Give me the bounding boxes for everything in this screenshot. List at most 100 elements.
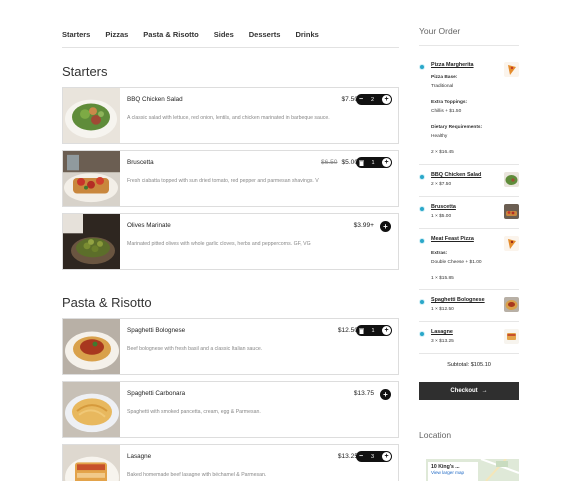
order-item-name[interactable]: Pizza Margherita [431,62,474,68]
order-item-bullet [419,174,425,180]
menu-item-old-price: $6.50 [320,159,338,166]
order-item-thumbnail [504,297,519,312]
menu-item-price: $13.25 [337,453,358,460]
order-item-quantity-price: 1 × $15.85 [431,276,454,281]
order-item-quantity-price: 1 × $5.00 [431,214,452,219]
order-item-bullet [419,238,425,244]
order-item-name[interactable]: Bruscetta [431,204,456,210]
menu-item-spaghetti-bolognese[interactable]: Spaghetti Bolognese Beef bolognese with … [62,318,399,375]
plus-icon[interactable]: + [382,158,391,167]
quantity-value: 3 [371,453,375,460]
order-divider [419,353,519,354]
menu-item-lasagne[interactable]: Lasagne Baked homemade beef lasagne with… [62,444,399,481]
menu-item-price: $3.99+ [353,222,374,229]
order-item-option-value: Double Cheese + $1.00 [431,260,482,265]
order-item-quantity-price: 1 × $12.50 [431,307,454,312]
menu-item-description: Baked homemade beef lasagne with béchame… [127,472,267,478]
nav-pizzas[interactable]: Pizzas [105,30,128,39]
menu-item-price: $13.75 [353,390,374,397]
trash-icon[interactable] [359,160,364,166]
order-item-quantity-price: 2 × $16.45 [431,150,454,155]
order-divider [419,45,519,46]
section-title-starters: Starters [62,64,108,79]
menu-item-name: Olives Marinate [127,222,171,229]
checkout-button[interactable]: Checkout → [419,382,519,400]
nav-drinks[interactable]: Drinks [295,30,318,39]
quantity-stepper[interactable]: 1 + [356,157,392,168]
order-item-option-label: Pizza Base: [431,75,458,80]
trash-icon[interactable] [359,328,364,334]
nav-pasta-risotto[interactable]: Pasta & Risotto [143,30,198,39]
nav-divider [62,47,399,48]
nav-desserts[interactable]: Desserts [249,30,281,39]
menu-item-photo [63,445,120,481]
order-item-lasagne: Lasagne 3 × $13.25 [419,329,519,349]
order-divider [419,196,519,197]
menu-item-description: Beef bolognese with fresh basil and a cl… [127,346,263,352]
minus-icon[interactable]: − [359,453,363,460]
add-to-order-button[interactable]: + [380,389,391,400]
order-divider [419,228,519,229]
menu-item-photo [63,319,120,374]
quantity-value: 2 [371,96,375,103]
checkout-label: Checkout [450,388,478,394]
order-item-bullet [419,299,425,305]
menu-item-name: Spaghetti Bolognese [127,327,186,334]
order-item-bullet [419,64,425,70]
order-item-option-label: Dietary Requirements: [431,125,483,130]
quantity-stepper[interactable]: − 3 + [356,451,392,462]
menu-item-description: Spaghetti with smoked pancetta, cream, e… [127,409,261,415]
section-title-pasta-risotto: Pasta & Risotto [62,295,152,310]
order-item-thumbnail [504,329,519,344]
order-divider [419,164,519,165]
order-item-quantity-price: 2 × $7.50 [431,182,452,187]
order-item-name[interactable]: Meat Feast Pizza [431,236,474,242]
order-item-spaghetti-bolognese: Spaghetti Bolognese 1 × $12.50 [419,297,519,317]
menu-item-photo [63,151,120,206]
menu-item-description: A classic salad with lettuce, red onion,… [127,115,330,121]
menu-item-photo [63,88,120,143]
order-item-bullet [419,331,425,337]
order-item-option-label: Extras: [431,251,448,256]
order-item-name[interactable]: Lasagne [431,329,453,335]
add-to-order-button[interactable]: + [380,221,391,232]
order-item-thumbnail [504,172,519,187]
order-item-thumbnail [504,204,519,219]
order-item-option-label: Extra Toppings: [431,100,468,105]
order-item-option-value: Traditional [431,84,454,89]
quantity-stepper[interactable]: − 2 + [356,94,392,105]
order-item-bbq-chicken-salad: BBQ Chicken Salad 2 × $7.50 [419,172,519,192]
category-nav: Starters Pizzas Pasta & Risotto Sides De… [62,30,319,39]
order-item-option-value: Healthy [431,134,448,139]
menu-item-olives-marinate[interactable]: Olives Marinate Marinated pitted olives … [62,213,399,270]
location-map[interactable]: 10 King's ... View larger map [426,459,519,481]
menu-item-bbq-chicken-salad[interactable]: BBQ Chicken Salad A classic salad with l… [62,87,399,144]
order-item-bullet [419,206,425,212]
order-item-name[interactable]: BBQ Chicken Salad [431,172,481,178]
order-item-meat-feast-pizza: Meat Feast Pizza Extras: Double Cheese +… [419,236,519,286]
order-title: Your Order [419,26,461,36]
order-item-name[interactable]: Spaghetti Bolognese [431,297,485,303]
menu-item-name: BBQ Chicken Salad [127,96,183,103]
menu-item-price: $6.50 $5.00 [321,159,358,166]
view-larger-map-link[interactable]: View larger map [431,470,475,475]
location-title: Location [419,430,452,440]
minus-icon[interactable]: − [359,96,363,103]
order-divider [419,289,519,290]
nav-sides[interactable]: Sides [214,30,234,39]
nav-starters[interactable]: Starters [62,30,90,39]
plus-icon[interactable]: + [382,95,391,104]
menu-item-spaghetti-carbonara[interactable]: Spaghetti Carbonara Spaghetti with smoke… [62,381,399,438]
menu-item-bruscetta[interactable]: Bruscetta Fresh ciabatta topped with sun… [62,150,399,207]
menu-item-price: $12.50 [337,327,358,334]
order-item-quantity-price: 3 × $13.25 [431,339,454,344]
order-item-pizza-margherita: Pizza Margherita Pizza Base: Traditional… [419,62,519,162]
quantity-value: 1 [371,159,375,166]
order-item-option-value: Chillis + $1.50 [431,109,462,114]
arrow-right-icon: → [481,388,488,394]
order-item-bruscetta: Bruscetta 1 × $5.00 [419,204,519,224]
quantity-stepper[interactable]: 1 + [356,325,392,336]
menu-item-description: Fresh ciabatta topped with sun dried tom… [127,178,319,184]
plus-icon[interactable]: + [382,326,391,335]
plus-icon[interactable]: + [382,452,391,461]
